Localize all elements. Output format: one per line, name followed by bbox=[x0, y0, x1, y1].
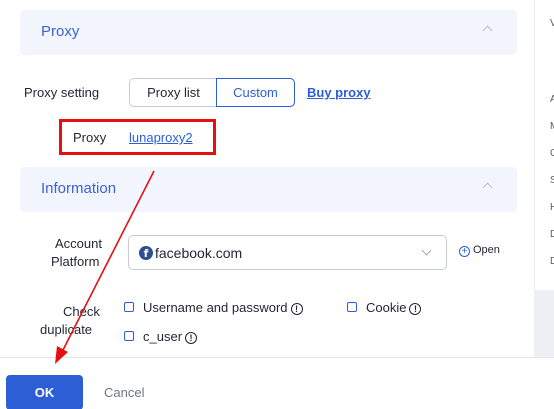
annotation-arrow bbox=[55, 170, 155, 364]
annotation-arrowhead bbox=[55, 346, 68, 364]
annotation-arrow-line bbox=[62, 170, 155, 351]
